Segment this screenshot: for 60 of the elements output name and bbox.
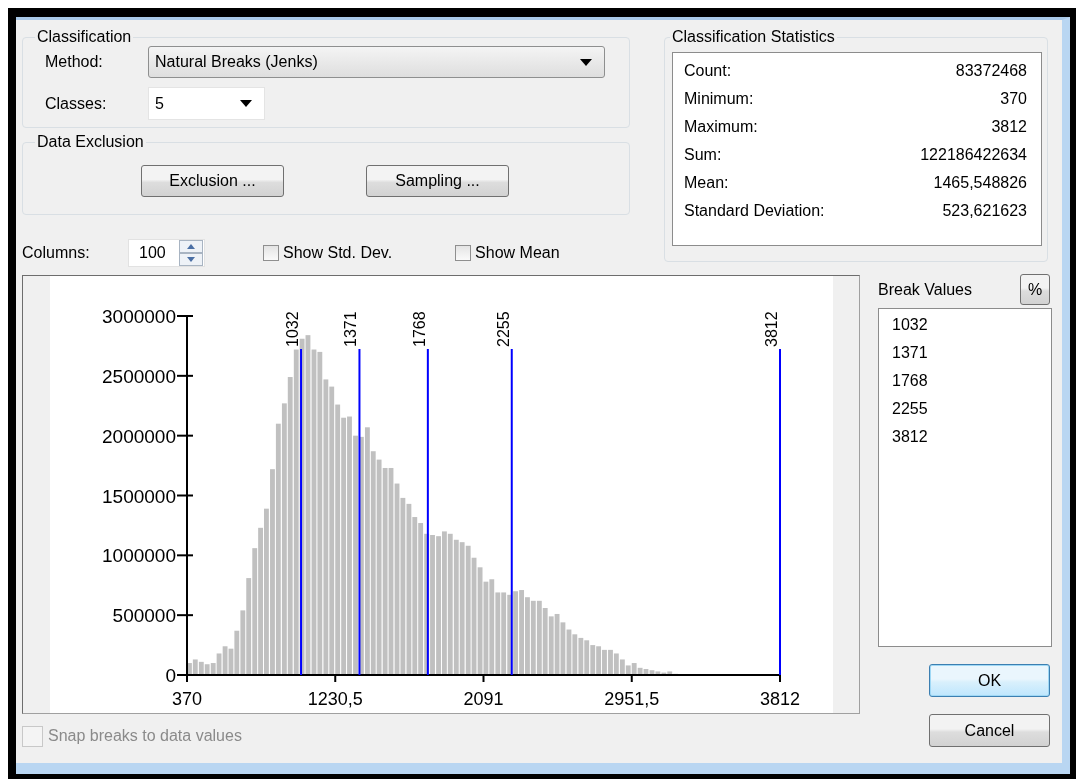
tick-label: 2500000 (102, 365, 176, 387)
columns-label: Columns: (22, 244, 91, 262)
stat-label: Standard Deviation: (684, 201, 825, 221)
break-label: 1371 (342, 311, 360, 347)
tick-label: 500000 (112, 605, 176, 627)
dialog-button[interactable]: Exclusion ... (141, 165, 284, 197)
list-item[interactable]: 1768 (892, 367, 1051, 395)
list-item[interactable]: 1032 (892, 311, 1051, 339)
stat-value: 1465,548826 (933, 173, 1027, 193)
stat-label: Sum: (684, 145, 722, 165)
tick-label: 2091 (463, 689, 504, 709)
checkbox[interactable] (455, 245, 472, 261)
dialog-button[interactable]: OK (929, 664, 1050, 697)
tick-label: 3812 (760, 689, 800, 709)
tick-label: 370 (172, 689, 202, 709)
break-values-label: Break Values (878, 280, 972, 299)
tick-label: 1000000 (102, 545, 176, 567)
stat-label: Mean: (684, 173, 729, 193)
list-item[interactable]: 2255 (892, 395, 1051, 423)
break-label: 1032 (284, 311, 302, 347)
break-label: 1768 (410, 311, 428, 347)
checkbox-label: Show Std. Dev. (283, 244, 393, 262)
caret-icon (240, 100, 252, 107)
tick-label: 1230,5 (307, 689, 363, 709)
checkbox-label: Show Mean (475, 244, 560, 262)
stat-value: 370 (1000, 89, 1027, 109)
checkbox-label: Snap breaks to data values (48, 727, 242, 745)
group-title: Data Exclusion (36, 133, 145, 151)
stat-value: 3812 (991, 117, 1027, 137)
group-title: Classification (36, 28, 133, 46)
spinner-buttons[interactable] (179, 240, 203, 266)
method-label: Method: (45, 53, 104, 71)
break-line[interactable] (426, 348, 429, 676)
checkbox[interactable] (263, 245, 279, 261)
stat-label: Maximum: (684, 117, 758, 137)
classes-dropdown[interactable]: 5 (148, 87, 265, 120)
break-line[interactable] (300, 348, 303, 676)
tick-label: 3000000 (102, 306, 176, 327)
caret-icon (580, 58, 592, 66)
group-title: Classification Statistics (671, 28, 836, 46)
dialog-button[interactable]: Cancel (929, 714, 1050, 747)
dialog-button[interactable]: Sampling ... (366, 165, 509, 197)
tick-label: 1500000 (102, 485, 176, 507)
stat-label: Minimum: (684, 89, 754, 109)
method-dropdown[interactable]: Natural Breaks (Jenks) (148, 46, 605, 78)
stat-value: 523,621623 (942, 201, 1027, 221)
percent-button[interactable]: % (1020, 274, 1050, 305)
list-item[interactable]: 3812 (892, 423, 1051, 451)
tick-label: 2951,5 (604, 689, 660, 709)
break-label: 2255 (494, 311, 512, 347)
break-line[interactable] (358, 348, 361, 676)
stat-value: 83372468 (955, 61, 1027, 81)
tick-label: 0 (165, 665, 176, 686)
stat-label: Count: (684, 61, 732, 81)
break-label: 3812 (763, 311, 780, 347)
classes-label: Classes: (45, 94, 108, 113)
tick-label: 2000000 (102, 425, 176, 447)
list-item[interactable]: 1371 (892, 339, 1051, 367)
break-line[interactable] (510, 348, 513, 676)
stat-value: 122186422634 (920, 145, 1027, 165)
